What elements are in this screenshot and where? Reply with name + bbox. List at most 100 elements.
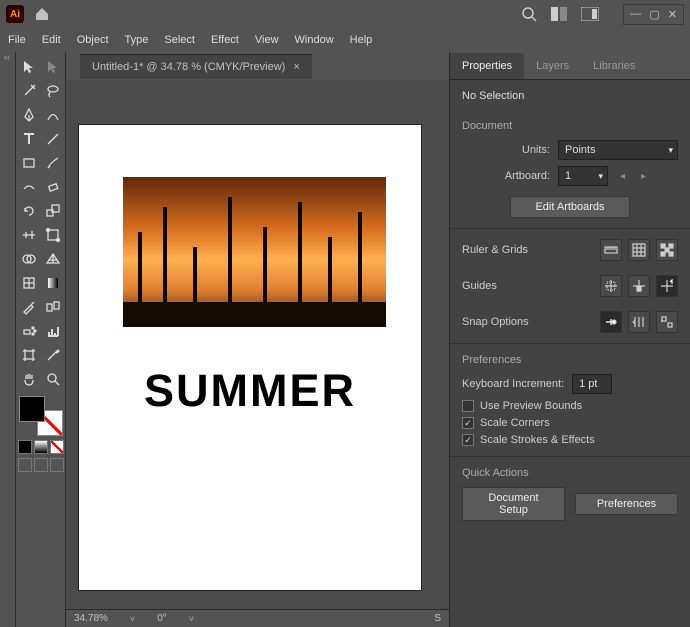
perspective-tool-icon[interactable] (42, 248, 64, 270)
use-preview-bounds-label: Use Preview Bounds (480, 400, 582, 412)
tab-libraries[interactable]: Libraries (581, 53, 647, 79)
left-dock-strip: ‹‹ (0, 52, 16, 627)
document-tab[interactable]: Untitled-1* @ 34.78 % (CMYK/Preview) × (80, 54, 312, 79)
arrange-icon[interactable] (551, 7, 567, 21)
selection-status: No Selection (462, 90, 678, 102)
guides-label: Guides (462, 280, 592, 292)
status-right: S (434, 613, 441, 624)
document-setup-button[interactable]: Document Setup (462, 487, 565, 521)
eraser-tool-icon[interactable] (42, 176, 64, 198)
shape-builder-tool-icon[interactable] (18, 248, 40, 270)
collapse-icon[interactable]: ‹‹ (0, 52, 15, 62)
gradient-tool-icon[interactable] (42, 272, 64, 294)
free-transform-tool-icon[interactable] (42, 224, 64, 246)
section-document: Document (462, 120, 678, 132)
draw-inside-icon[interactable] (50, 458, 64, 472)
tab-close-icon[interactable]: × (293, 61, 299, 73)
units-label: Units: (462, 144, 550, 156)
type-tool-icon[interactable] (18, 128, 40, 150)
zoom-tool-icon[interactable] (42, 368, 64, 390)
units-select[interactable]: Points (558, 140, 678, 160)
rotate-view[interactable]: 0° (157, 613, 167, 624)
curvature-tool-icon[interactable] (42, 104, 64, 126)
symbol-sprayer-tool-icon[interactable] (18, 320, 40, 342)
close-icon[interactable]: ✕ (668, 8, 677, 21)
zoom-level[interactable]: 34.78% (74, 613, 108, 624)
blend-tool-icon[interactable] (42, 296, 64, 318)
paintbrush-tool-icon[interactable] (42, 152, 64, 174)
rotate-tool-icon[interactable] (18, 200, 40, 222)
scale-corners-checkbox[interactable]: ✓ (462, 417, 474, 429)
transparency-grid-icon[interactable] (656, 239, 678, 261)
tab-layers[interactable]: Layers (524, 53, 581, 79)
none-mode-icon[interactable] (50, 440, 64, 454)
use-preview-bounds-checkbox[interactable] (462, 400, 474, 412)
menu-view[interactable]: View (255, 34, 279, 46)
width-tool-icon[interactable] (18, 224, 40, 246)
fill-swatch[interactable] (19, 396, 45, 422)
lasso-tool-icon[interactable] (42, 80, 64, 102)
smart-guides-icon[interactable] (656, 275, 678, 297)
toolbox (16, 52, 66, 627)
menu-object[interactable]: Object (77, 34, 109, 46)
guides-show-icon[interactable] (600, 275, 622, 297)
line-tool-icon[interactable] (42, 128, 64, 150)
direct-selection-tool-icon[interactable] (42, 56, 64, 78)
graph-tool-icon[interactable] (42, 320, 64, 342)
artboard-select[interactable]: 1 (558, 166, 608, 186)
tab-properties[interactable]: Properties (450, 53, 524, 79)
snap-grid-icon[interactable] (628, 311, 650, 333)
keyboard-increment-label: Keyboard Increment: (462, 378, 564, 390)
magic-wand-tool-icon[interactable] (18, 80, 40, 102)
preferences-button[interactable]: Preferences (575, 493, 678, 515)
color-mode-icon[interactable] (18, 440, 32, 454)
hand-tool-icon[interactable] (18, 368, 40, 390)
scale-tool-icon[interactable] (42, 200, 64, 222)
artboard-tool-icon[interactable] (18, 344, 40, 366)
section-quick-actions: Quick Actions (462, 467, 678, 479)
rectangle-tool-icon[interactable] (18, 152, 40, 174)
ruler-grids-label: Ruler & Grids (462, 244, 592, 256)
maximize-icon[interactable]: ▢ (649, 8, 659, 21)
gradient-mode-icon[interactable] (34, 440, 48, 454)
properties-panel: Properties Layers Libraries No Selection… (449, 52, 690, 627)
document-tabs: Untitled-1* @ 34.78 % (CMYK/Preview) × (66, 52, 449, 80)
home-icon[interactable] (34, 6, 50, 22)
menu-type[interactable]: Type (125, 34, 149, 46)
menu-file[interactable]: File (8, 34, 26, 46)
selection-tool-icon[interactable] (18, 56, 40, 78)
placed-image (123, 177, 386, 327)
section-preferences: Preferences (462, 354, 678, 366)
snap-options-label: Snap Options (462, 316, 592, 328)
mesh-tool-icon[interactable] (18, 272, 40, 294)
slice-tool-icon[interactable] (42, 344, 64, 366)
fill-stroke-swatch[interactable] (19, 396, 63, 436)
menu-help[interactable]: Help (350, 34, 373, 46)
grid-icon[interactable] (628, 239, 650, 261)
menu-select[interactable]: Select (164, 34, 195, 46)
snap-point-icon[interactable] (600, 311, 622, 333)
eyedropper-tool-icon[interactable] (18, 296, 40, 318)
shaper-tool-icon[interactable] (18, 176, 40, 198)
scale-corners-label: Scale Corners (480, 417, 550, 429)
minimize-icon[interactable]: — (630, 8, 641, 21)
snap-pixel-icon[interactable] (656, 311, 678, 333)
guides-lock-icon[interactable] (628, 275, 650, 297)
prev-artboard-icon[interactable]: ◂ (616, 171, 629, 182)
edit-artboards-button[interactable]: Edit Artboards (510, 196, 630, 218)
scale-strokes-checkbox[interactable]: ✓ (462, 434, 474, 446)
draw-normal-icon[interactable] (18, 458, 32, 472)
draw-behind-icon[interactable] (34, 458, 48, 472)
search-icon[interactable] (521, 6, 537, 22)
menu-effect[interactable]: Effect (211, 34, 239, 46)
ruler-icon[interactable] (600, 239, 622, 261)
document-tab-title: Untitled-1* @ 34.78 % (CMYK/Preview) (92, 61, 285, 73)
menu-window[interactable]: Window (295, 34, 334, 46)
next-artboard-icon[interactable]: ▸ (637, 171, 650, 182)
keyboard-increment-input[interactable]: 1 pt (572, 374, 612, 394)
title-bar: Ai — ▢ ✕ (0, 0, 690, 28)
workspace-icon[interactable] (581, 7, 599, 21)
canvas[interactable]: SUMMER (66, 80, 449, 609)
pen-tool-icon[interactable] (18, 104, 40, 126)
menu-edit[interactable]: Edit (42, 34, 61, 46)
